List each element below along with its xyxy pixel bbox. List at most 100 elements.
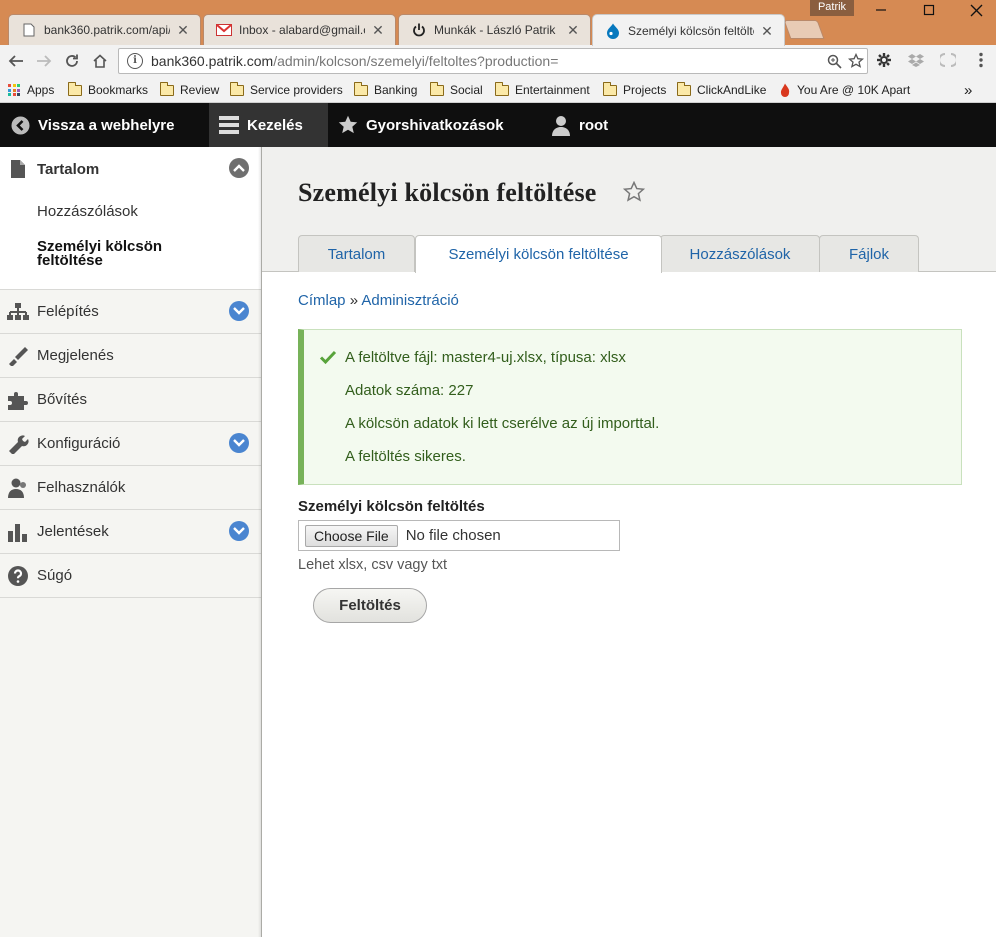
home-icon [93,54,107,68]
maximize-button[interactable] [906,0,952,20]
bookmarks-overflow-button[interactable]: » [964,81,972,99]
tab-tartalom[interactable]: Tartalom [298,235,415,272]
folder-icon [495,81,509,96]
maximize-icon [923,4,935,16]
puzzle-icon [7,389,29,411]
sidebar-item-sugo[interactable]: Súgó [0,554,261,598]
power-icon [411,22,427,38]
gmail-icon [216,22,232,38]
help-icon [7,565,29,587]
close-tab-icon[interactable]: ✕ [176,23,190,37]
manage-tab[interactable]: Kezelés [209,103,328,147]
sidebar-item-tartalom[interactable]: Tartalom [0,147,261,191]
sidebar-subitem-hozzaszolasok[interactable]: Hozzászólások [0,191,261,231]
status-message-success: A feltöltve fájl: master4-uj.xlsx, típus… [298,329,962,485]
chevron-down-icon[interactable] [229,521,249,541]
paintbrush-icon [7,345,29,367]
tab-szemelyi-kolcson[interactable]: Személyi kölcsön feltöltése [415,235,662,273]
sidebar-item-felhasznalok[interactable]: Felhasználók [0,466,261,510]
upload-field-label: Személyi kölcsön feltöltés [298,498,485,515]
sidebar-item-konfiguracio[interactable]: Konfiguráció [0,422,261,466]
sidebar-subitem-szemelyi-kolcson[interactable]: Személyi kölcsön feltöltése [0,231,190,289]
close-tab-icon[interactable]: ✕ [760,24,774,38]
sidebar-item-jelentesek[interactable]: Jelentések [0,510,261,554]
bookmark-folder[interactable]: Review [160,81,219,99]
extension-icon[interactable] [937,49,959,71]
breadcrumb-link-home[interactable]: Címlap [298,292,346,309]
forward-button[interactable] [32,49,56,73]
apps-grid-icon [8,84,20,96]
page-title: Személyi kölcsön feltöltése [298,178,597,207]
bookmark-folder[interactable]: Social [430,81,483,99]
tab-hozzaszolasok[interactable]: Hozzászólások [660,235,820,272]
shortcuts-tab[interactable]: Gyorshivatkozások [328,103,518,147]
drupal-icon [605,23,621,39]
people-icon [7,477,29,499]
tab-title: Inbox - alabard@gmail.co [239,23,365,37]
bookmark-folder[interactable]: Service providers [230,81,343,99]
file-upload-input[interactable]: Choose File No file chosen [298,520,620,551]
menu-kebab-icon[interactable] [970,49,992,71]
settings-gear-icon[interactable] [873,49,895,71]
sidebar-item-bovites[interactable]: Bővítés [0,378,261,422]
chevron-down-icon[interactable] [229,433,249,453]
bookmark-apps[interactable]: Apps [8,81,54,99]
folder-icon [430,81,444,96]
dropbox-icon[interactable] [905,49,927,71]
folder-icon [160,81,174,96]
user-tab[interactable]: root [541,103,622,147]
browser-tab[interactable]: bank360.patrik.com/api/i ✕ [8,14,201,45]
page-icon [21,22,37,38]
bookmark-folder[interactable]: Bookmarks [68,81,148,99]
bookmark-folder[interactable]: ClickAndLike [677,81,766,99]
reload-icon [66,54,78,67]
file-status-text: No file chosen [405,527,501,544]
new-tab-button[interactable] [783,20,825,39]
bar-chart-icon [7,521,29,543]
breadcrumb-link-admin[interactable]: Adminisztráció [361,292,459,309]
home-button[interactable] [88,49,112,73]
tab-title: Munkák - László Patrik [434,23,556,37]
bookmark-folder[interactable]: Entertainment [495,81,590,99]
chevron-down-icon[interactable] [229,301,249,321]
breadcrumb: Címlap » Adminisztráció [298,292,459,309]
upload-submit-button[interactable]: Feltöltés [313,588,427,623]
tab-fajlok[interactable]: Fájlok [819,235,919,272]
back-button[interactable] [4,49,28,73]
sitemap-icon [7,301,29,323]
close-tab-icon[interactable]: ✕ [566,23,580,37]
folder-icon [677,81,691,96]
browser-tab-active[interactable]: Személyi kölcsön feltölté ✕ [592,14,785,46]
info-icon[interactable]: i [127,53,143,69]
reload-button[interactable] [60,49,84,73]
shortcut-star-icon[interactable] [622,180,646,203]
zoom-icon[interactable] [823,50,845,72]
status-line: Adatok száma: 227 [345,382,474,399]
address-bar[interactable]: i bank360.patrik.com/admin/kolcson/szeme… [118,48,868,74]
sidebar-item-felepites[interactable]: Felépítés [0,290,261,334]
bookmark-folder[interactable]: Projects [603,81,666,99]
url-text[interactable]: bank360.patrik.com/admin/kolcson/szemely… [151,53,823,69]
bookmarks-bar: Apps Bookmarks Review Service providers … [0,77,996,103]
status-line: A kölcsön adatok ki lett cserélve az új … [345,415,660,432]
close-window-button[interactable] [953,0,996,20]
status-line: A feltöltés sikeres. [345,448,466,465]
browser-tab[interactable]: Inbox - alabard@gmail.co ✕ [203,14,396,45]
back-to-site-link[interactable]: Vissza a webhelyre [0,103,188,147]
folder-icon [68,81,82,96]
chevron-up-icon[interactable] [229,158,249,178]
arrow-left-icon [8,55,23,67]
sidebar-item-megjelenes[interactable]: Megjelenés [0,334,261,378]
bookmark-star-icon[interactable] [845,50,867,72]
browser-titlebar: Patrik bank360.patrik.com/api/i ✕ Inbox … [0,0,996,46]
bookmark-link[interactable]: You Are @ 10K Apart [779,81,910,99]
browser-tab[interactable]: Munkák - László Patrik ✕ [398,14,591,45]
hamburger-icon [219,115,239,135]
minimize-button[interactable] [858,0,904,20]
bookmark-folder[interactable]: Banking [354,81,417,99]
choose-file-button[interactable]: Choose File [305,524,398,547]
menu-expanded-section: Tartalom Hozzászólások Személyi kölcsön … [0,147,261,290]
close-tab-icon[interactable]: ✕ [371,23,385,37]
profile-badge[interactable]: Patrik [810,0,854,16]
flame-icon [779,83,791,97]
